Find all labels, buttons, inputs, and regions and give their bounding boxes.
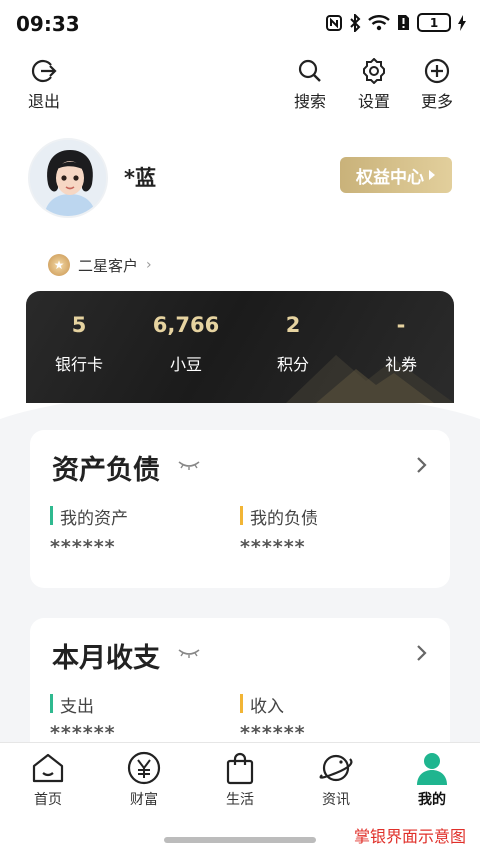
tab-label: 首页 [34, 792, 62, 808]
my-assets-value: ****** [50, 536, 116, 558]
logout-button[interactable]: 退出 [20, 58, 68, 112]
my-assets-label: 我的资产 [60, 509, 128, 529]
settings-label: 设置 [357, 92, 390, 111]
stat-coupons[interactable]: - 礼券 [356, 313, 446, 375]
bluetooth-icon [350, 13, 361, 32]
caret-right-icon [429, 170, 435, 180]
stat-points[interactable]: 2 积分 [248, 313, 338, 375]
profile-icon [417, 753, 447, 785]
more-label: 更多 [420, 92, 453, 111]
chevron-right-icon [417, 645, 427, 661]
expense-value: ****** [50, 722, 116, 744]
sim-alert-icon [398, 15, 409, 30]
stat-value: 2 [285, 313, 301, 337]
home-icon [32, 753, 64, 783]
yuan-icon [127, 751, 161, 785]
search-button[interactable]: 搜索 [286, 58, 334, 112]
eye-closed-icon[interactable] [178, 460, 200, 470]
status-time: 09:33 [16, 12, 80, 36]
monthly-card-title: 本月收支 [52, 643, 160, 674]
customer-level-label: 二星客户 [78, 256, 139, 275]
nfc-icon [326, 14, 342, 31]
avatar[interactable] [28, 138, 108, 218]
stat-bank-cards[interactable]: 5 银行卡 [34, 313, 124, 375]
stat-value: 6,766 [152, 313, 220, 337]
status-bar: 09:33 1 [0, 0, 480, 48]
tab-mine[interactable]: 我的 [397, 751, 467, 809]
stat-beans[interactable]: 6,766 小豆 [141, 313, 231, 375]
stat-label: 积分 [276, 355, 309, 374]
logout-label: 退出 [27, 92, 60, 111]
stats-card: 5 银行卡 6,766 小豆 2 积分 - 礼券 [26, 291, 454, 403]
chevron-right-icon: › [146, 257, 152, 273]
home-indicator[interactable] [164, 837, 316, 843]
customer-level[interactable]: ★ 二星客户 › [48, 254, 152, 276]
rights-center-button[interactable]: 权益中心 [340, 157, 452, 193]
charging-icon [458, 14, 466, 31]
tab-label: 生活 [226, 792, 254, 808]
plus-circle-icon [424, 58, 450, 84]
green-marker [50, 694, 53, 713]
my-liabilities-value: ****** [240, 536, 306, 558]
user-name: *蓝 [124, 166, 156, 190]
my-liabilities-label: 我的负债 [250, 509, 318, 529]
tab-life[interactable]: 生活 [205, 751, 275, 809]
stat-label: 小豆 [169, 355, 202, 374]
tab-news[interactable]: 资讯 [301, 751, 371, 809]
expense-label: 支出 [60, 697, 94, 717]
watermark-caption: 掌银界面示意图 [353, 827, 466, 846]
yellow-marker [240, 506, 243, 525]
tab-label: 资讯 [322, 792, 350, 808]
more-button[interactable]: 更多 [413, 58, 461, 112]
gear-icon [363, 58, 385, 84]
planet-icon [319, 754, 353, 782]
medal-icon: ★ [48, 254, 70, 276]
income-value: ****** [240, 722, 306, 744]
search-label: 搜索 [293, 92, 326, 111]
logout-icon [31, 59, 57, 83]
shopping-bag-icon [226, 752, 254, 785]
stat-label: 银行卡 [54, 355, 103, 374]
rights-center-label: 权益中心 [356, 167, 424, 188]
stat-label: 礼券 [384, 355, 417, 374]
yellow-marker [240, 694, 243, 713]
chevron-right-icon [417, 457, 427, 473]
stat-value: 5 [71, 313, 87, 337]
green-marker [50, 506, 53, 525]
wifi-icon [368, 14, 390, 30]
tab-label: 我的 [418, 792, 446, 808]
battery-icon: 1 [417, 13, 451, 32]
search-icon [298, 59, 321, 82]
settings-button[interactable]: 设置 [350, 58, 398, 112]
assets-liabilities-card[interactable]: 资产负债 我的资产 ****** 我的负债 ****** [30, 430, 450, 588]
monthly-income-expense-card[interactable]: 本月收支 支出 ****** 收入 ****** [30, 618, 450, 758]
tab-label: 财富 [130, 792, 158, 808]
tab-wealth[interactable]: 财富 [109, 751, 179, 809]
assets-card-title: 资产负债 [52, 455, 160, 486]
eye-closed-icon[interactable] [178, 648, 200, 658]
status-icons: 1 [326, 13, 466, 32]
stat-value: - [396, 313, 406, 337]
tab-home[interactable]: 首页 [13, 751, 83, 809]
income-label: 收入 [250, 697, 284, 717]
